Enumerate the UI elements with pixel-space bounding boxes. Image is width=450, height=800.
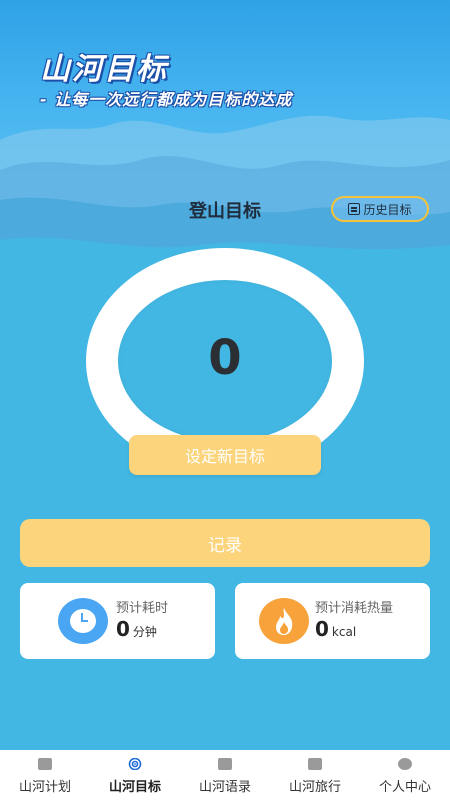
tab-plan-label: 山河计划 <box>18 780 71 795</box>
goal-value: 0 <box>208 330 242 386</box>
record-button[interactable]: 记录 <box>20 519 430 567</box>
tab-goal-label: 山河目标 <box>108 780 161 795</box>
app-slogan: - 让每一次远行都成为目标的达成 <box>40 90 293 109</box>
estimated-calories-unit: kcal <box>331 625 357 639</box>
estimated-calories-card: 预计消耗热量 0 kcal <box>235 583 430 659</box>
notebook-icon <box>218 758 232 770</box>
target-icon <box>128 758 142 770</box>
tab-quotes-label: 山河语录 <box>198 780 251 795</box>
history-goals-button[interactable]: 历史目标 <box>331 196 429 222</box>
tab-quotes[interactable]: 山河语录 <box>180 750 270 800</box>
estimated-time-unit: 分钟 <box>132 625 157 639</box>
briefcase-icon <box>38 758 52 770</box>
flame-icon <box>259 598 309 644</box>
tab-profile-label: 个人中心 <box>378 780 431 795</box>
tab-travel-label: 山河旅行 <box>288 780 341 795</box>
clock-icon <box>58 598 108 644</box>
tab-goal[interactable]: 山河目标 <box>90 750 180 800</box>
estimated-calories-label: 预计消耗热量 <box>315 601 394 616</box>
tab-profile[interactable]: 个人中心 <box>360 750 450 800</box>
estimated-time-label: 预计耗时 <box>116 601 169 616</box>
estimated-calories-value: 0 kcal <box>315 617 357 641</box>
set-new-goal-button[interactable]: 设定新目标 <box>129 435 321 475</box>
tab-plan[interactable]: 山河计划 <box>0 750 90 800</box>
person-icon <box>398 758 412 770</box>
estimated-time-card: 预计耗时 0 分钟 <box>20 583 215 659</box>
estimated-time-value: 0 分钟 <box>116 617 157 641</box>
document-icon <box>348 203 361 215</box>
bottom-tab-bar: 山河计划 山河目标 山河语录 山河旅行 个人中心 <box>0 750 450 800</box>
history-goals-label: 历史目标 <box>363 202 412 217</box>
tab-travel[interactable]: 山河旅行 <box>270 750 360 800</box>
chat-icon <box>308 758 322 770</box>
app-title: 山河目标 <box>40 52 168 87</box>
